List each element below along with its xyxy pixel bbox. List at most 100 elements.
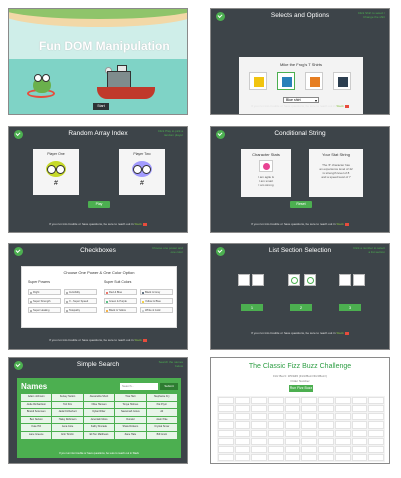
shirt-option-yellow[interactable] bbox=[249, 72, 267, 90]
fizzbuzz-cell bbox=[368, 445, 384, 453]
slack-link[interactable]: Slack bbox=[134, 222, 141, 226]
footer-text: If you run into trouble or have question… bbox=[251, 331, 336, 335]
start-button[interactable]: Start bbox=[93, 103, 109, 110]
fizzbuzz-cell bbox=[351, 405, 368, 413]
color-checkbox[interactable]: White & Gold bbox=[140, 307, 173, 313]
footer-text: If you run into trouble or have question… bbox=[251, 222, 336, 226]
slack-link[interactable]: Slack bbox=[336, 222, 343, 226]
color-checkbox[interactable]: Green & Purple bbox=[104, 298, 137, 304]
footer: If you run into trouble or have question… bbox=[17, 452, 181, 455]
player-name: Player Two bbox=[133, 152, 151, 156]
stat-string-card: Your Stat String The '#' character has a… bbox=[309, 149, 363, 197]
card-header: Selects and Options Click Shirt to selec… bbox=[211, 9, 389, 25]
shirt-option-black[interactable] bbox=[333, 72, 351, 90]
fizzbuzz-cell bbox=[301, 445, 318, 453]
fizzbuzz-cell bbox=[318, 421, 334, 429]
dom-manipulation-card[interactable]: Fun DOM Manipulation Start bbox=[8, 8, 188, 115]
footer-text: If you run into trouble or have question… bbox=[49, 338, 134, 342]
simple-search-card[interactable]: Simple Search Search the names below Nam… bbox=[8, 357, 188, 464]
character-face-icon bbox=[263, 163, 270, 170]
name-cell: Ali bbox=[146, 409, 177, 416]
fizzbuzz-cell bbox=[368, 453, 384, 461]
name-cell: Olive Hansen bbox=[83, 401, 115, 409]
color-checkbox[interactable]: Black & Yellow bbox=[104, 307, 137, 313]
shirt-icon bbox=[254, 77, 264, 87]
slack-link[interactable]: Slack bbox=[134, 338, 141, 342]
fizzbuzz-cell bbox=[368, 405, 384, 413]
name-cell: Lane Greene bbox=[21, 431, 52, 439]
power-checkbox[interactable]: X - Super Speed bbox=[64, 298, 97, 304]
name-cell: Kate Hill bbox=[21, 424, 52, 431]
name-cell: Crystal Snow bbox=[146, 424, 177, 431]
color-checkbox[interactable]: Red & Blue bbox=[104, 289, 137, 295]
search-input[interactable]: Search... bbox=[120, 383, 158, 390]
shirt-option-blue[interactable] bbox=[277, 72, 295, 90]
name-cell: Haley Robinson bbox=[52, 416, 83, 424]
conditional-string-card[interactable]: Conditional String Character Stats I am … bbox=[210, 126, 390, 233]
list-box bbox=[252, 274, 264, 286]
play-button[interactable]: Play bbox=[88, 201, 110, 208]
section-button-2[interactable]: 2 bbox=[290, 304, 312, 311]
fizzbuzz-cell bbox=[268, 405, 284, 413]
fizzbuzz-cell bbox=[284, 445, 301, 453]
fizzbuzz-title: The Classic Fizz Buzz Challenge bbox=[248, 363, 352, 370]
fizzbuzz-cell bbox=[301, 421, 318, 429]
section-button-3[interactable]: 3 bbox=[339, 304, 361, 311]
power-checkbox[interactable]: Flight bbox=[28, 289, 61, 295]
name-cell: Adam Johnson bbox=[21, 394, 52, 401]
name-cell: Shaw Dickens bbox=[115, 424, 146, 431]
name-cell: Pat Pryor bbox=[146, 401, 177, 409]
reset-button[interactable]: Reset bbox=[290, 201, 312, 208]
shirt-option-orange[interactable] bbox=[305, 72, 323, 90]
fizzbuzz-cell bbox=[268, 397, 284, 405]
name-cell: Tonya Holmes bbox=[115, 401, 146, 409]
fizzbuzz-cell bbox=[284, 437, 301, 445]
power-checkbox[interactable]: Invisibility bbox=[64, 289, 97, 295]
header-hint: Click Shirt to select / Change the shirt bbox=[357, 11, 385, 19]
slack-link[interactable]: Slack bbox=[336, 331, 343, 335]
shirt-icon bbox=[338, 77, 348, 87]
fizzbuzz-cell bbox=[268, 445, 284, 453]
color-checkbox[interactable]: Yellow & Blue bbox=[140, 298, 173, 304]
header-hint: Choose one power and one color bbox=[151, 246, 183, 254]
card-header: Simple Search Search the names below bbox=[9, 358, 187, 374]
fizzbuzz-cell bbox=[268, 413, 284, 421]
fizzbuzz-cell bbox=[334, 413, 351, 421]
card-body: Player One # Player Two # Play If you ru… bbox=[9, 143, 187, 232]
fizzbuzz-cell bbox=[234, 453, 251, 461]
fizzbuzz-cell bbox=[218, 437, 234, 445]
boat-icon bbox=[97, 87, 155, 99]
fizzbuzz-cell bbox=[268, 437, 284, 445]
card-header: Checkboxes Choose one power and one colo… bbox=[9, 244, 187, 260]
selects-options-card[interactable]: Selects and Options Click Shirt to selec… bbox=[210, 8, 390, 115]
slack-link[interactable]: Slack bbox=[133, 452, 139, 455]
color-checkbox[interactable]: Black & Gray bbox=[140, 289, 173, 295]
fizzbuzz-cell bbox=[251, 437, 268, 445]
name-cell: Erin Tomlin bbox=[52, 431, 83, 439]
power-checkbox[interactable]: Telepathy bbox=[64, 307, 97, 313]
name-cell: Jena Cote bbox=[52, 424, 83, 431]
power-checkbox[interactable]: Super Healing bbox=[28, 307, 61, 313]
checkboxes-card[interactable]: Checkboxes Choose one power and one colo… bbox=[8, 243, 188, 350]
fizzbuzz-cell bbox=[251, 453, 268, 461]
fizzbuzz-cell bbox=[284, 421, 301, 429]
footer: If you run into trouble or have question… bbox=[211, 331, 389, 335]
fizzbuzz-cell bbox=[368, 413, 384, 421]
character-icon bbox=[259, 160, 273, 172]
stats-label: Your Stat String bbox=[322, 152, 350, 157]
fizzbuzz-cell bbox=[318, 405, 334, 413]
run-fizzbuzz-button[interactable]: Run Fizz Buzz bbox=[289, 385, 313, 392]
power-checkbox[interactable]: Super Strength bbox=[28, 298, 61, 304]
fizzbuzz-card[interactable]: The Classic Fizz Buzz Challenge Fizz Buz… bbox=[210, 357, 390, 464]
submit-button[interactable]: Submit bbox=[160, 383, 178, 390]
list-box bbox=[339, 274, 351, 286]
random-array-card[interactable]: Random Array Index Click Play to pick a … bbox=[8, 126, 188, 233]
section-button-1[interactable]: 1 bbox=[241, 304, 263, 311]
fizzbuzz-cell bbox=[351, 413, 368, 421]
fizzbuzz-cell bbox=[234, 421, 251, 429]
dom-title: Fun DOM Manipulation bbox=[39, 39, 170, 53]
list-section-card[interactable]: List Section Selection Click a number to… bbox=[210, 243, 390, 350]
character-line: I am strong bbox=[258, 183, 274, 187]
slack-link[interactable]: Slack bbox=[336, 104, 343, 108]
shirt-select[interactable]: Blue shirt bbox=[283, 97, 319, 103]
